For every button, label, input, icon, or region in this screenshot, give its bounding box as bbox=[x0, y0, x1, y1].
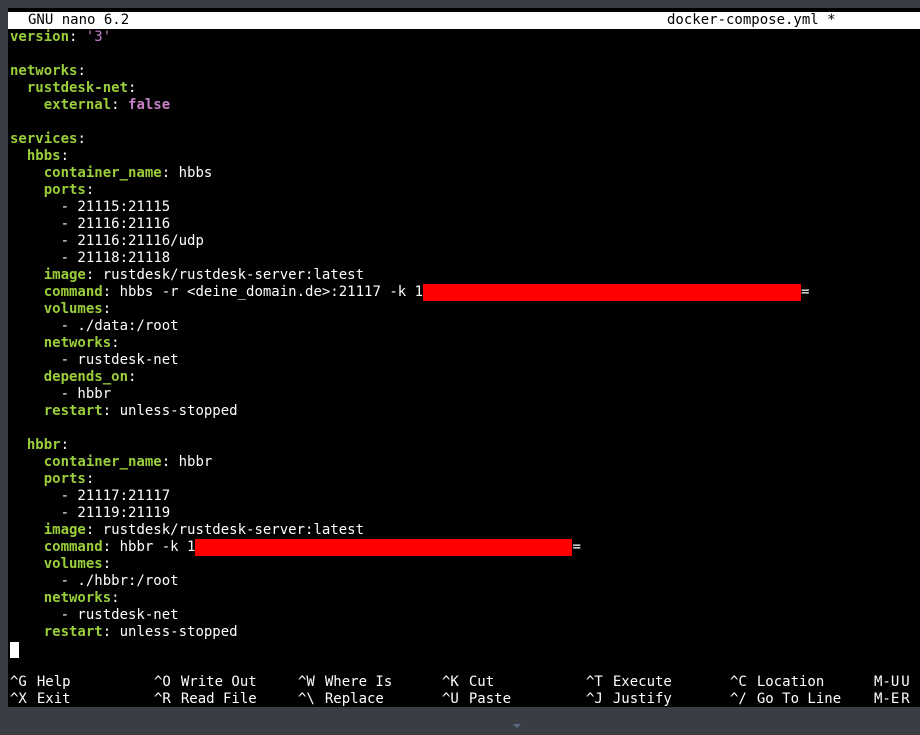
app-title: GNU nano 6.2 bbox=[28, 12, 130, 28]
shortcut-where-is[interactable]: ^W Where Is bbox=[298, 674, 392, 691]
code-line-networks: networks: bbox=[43, 335, 120, 351]
shortcut-execute[interactable]: ^T Execute bbox=[586, 674, 672, 691]
code-line-port: - 21118:21118 bbox=[60, 250, 171, 266]
code-line-volumes: volumes: bbox=[43, 556, 112, 572]
code-line-image: image: rustdesk/rustdesk-server:latest bbox=[43, 522, 365, 538]
shortcut-write-out[interactable]: ^O Write Out bbox=[154, 674, 257, 691]
code-line-port: - 21115:21115 bbox=[60, 199, 171, 215]
shortcut-exit[interactable]: ^X Exit bbox=[10, 691, 71, 707]
code-line-command: command: hbbr -k 1 = bbox=[43, 539, 581, 556]
shortcut-undo[interactable]: M-U U bbox=[874, 674, 910, 691]
code-line-image: image: rustdesk/rustdesk-server:latest bbox=[43, 267, 365, 283]
redaction-bar bbox=[195, 539, 573, 556]
code-line-hbbr: hbbr: bbox=[26, 437, 70, 453]
code-line-ports: ports: bbox=[43, 182, 95, 198]
shortcut-go-to-line[interactable]: ^/Go To Line bbox=[730, 691, 841, 707]
code-line-services: services: bbox=[10, 131, 86, 147]
code-line-depends-on: depends_on: bbox=[43, 369, 137, 385]
text-cursor bbox=[10, 642, 19, 658]
shortcut-bar: ^G Help ^X Exit ^O Write Out ^R Read File ^W… bbox=[10, 674, 920, 707]
code-line-port: - 21116:21116 bbox=[60, 216, 171, 232]
shortcut-location[interactable]: ^C Location bbox=[730, 674, 824, 691]
terminal-window: GNU nano 6.2 docker-compose.yml * versio… bbox=[8, 8, 920, 707]
redaction-bar bbox=[423, 284, 802, 301]
code-line-hbbs: hbbs: bbox=[26, 148, 70, 164]
code-line-networks: networks: bbox=[10, 63, 86, 79]
code-line-volume: - ./data:/root bbox=[60, 318, 179, 334]
code-line-port: - 21116:21116/udp bbox=[60, 233, 204, 249]
code-line-restart: restart: unless-stopped bbox=[43, 403, 238, 419]
code-line-ports: ports: bbox=[43, 471, 95, 487]
code-line-restart: restart: unless-stopped bbox=[43, 624, 238, 640]
code-line-network: - rustdesk-net bbox=[60, 352, 179, 368]
code-line-command: command: hbbs -r <deine_domain.de>:21117… bbox=[43, 284, 810, 301]
code-line-networks: networks: bbox=[43, 590, 120, 606]
shortcut-help[interactable]: ^G Help bbox=[10, 674, 71, 691]
nano-title-bar: GNU nano 6.2 docker-compose.yml * bbox=[8, 12, 920, 29]
file-name: docker-compose.yml * bbox=[667, 12, 836, 28]
code-line-net-name: rustdesk-net: bbox=[26, 80, 137, 96]
chevron-down-icon bbox=[513, 724, 521, 728]
code-line-network: - rustdesk-net bbox=[60, 607, 179, 623]
code-line-container-name: container_name: hbbs bbox=[43, 165, 213, 181]
code-line-container-name: container_name: hbbr bbox=[43, 454, 213, 470]
code-line-port: - 21117:21117 bbox=[60, 488, 171, 504]
code-line-version: version: '3' bbox=[10, 29, 112, 45]
editor-area[interactable]: version: '3' networks: rustdesk-net: ext… bbox=[10, 29, 809, 641]
shortcut-read-file[interactable]: ^R Read File bbox=[154, 691, 257, 707]
shortcut-redo[interactable]: M-E R bbox=[874, 691, 910, 707]
shortcut-cut[interactable]: ^K Cut bbox=[442, 674, 494, 691]
code-line-depends: - hbbr bbox=[60, 386, 112, 402]
code-line-external: external: false bbox=[43, 97, 171, 113]
code-line-port: - 21119:21119 bbox=[60, 505, 171, 521]
shortcut-replace[interactable]: ^\ Replace bbox=[298, 691, 384, 707]
shortcut-paste[interactable]: ^U Paste bbox=[442, 691, 511, 707]
shortcut-justify[interactable]: ^J Justify bbox=[586, 691, 672, 707]
code-line-volumes: volumes: bbox=[43, 301, 112, 317]
code-line-volume: - ./hbbr:/root bbox=[60, 573, 179, 589]
